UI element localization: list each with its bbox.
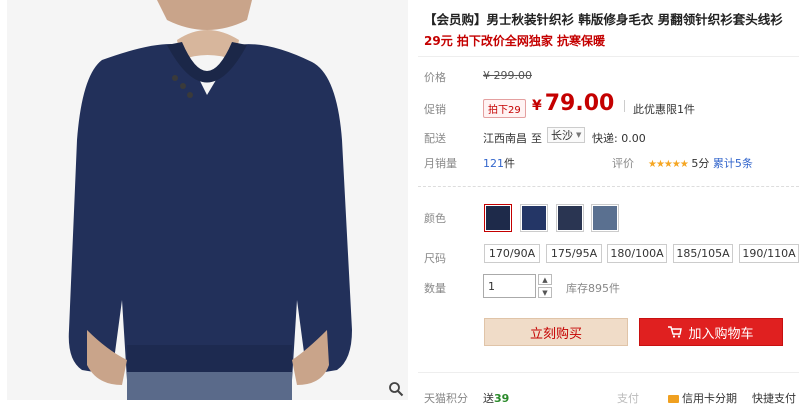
promo-note: 此优惠限1件 [633, 103, 695, 116]
shipping-label: 配送 [424, 132, 446, 145]
swatch-image [558, 206, 582, 230]
sweater-model-image [7, 0, 408, 400]
size-option-185[interactable]: 185/105A [673, 244, 733, 263]
product-title: 【会员购】男士秋装针织衫 韩版修身毛衣 男翻领针织衫套头线衫 [424, 12, 783, 27]
monthly-sales-label: 月销量 [424, 157, 457, 170]
quantity-label: 数量 [424, 282, 446, 295]
swatch-image [593, 206, 617, 230]
price-divider [624, 100, 625, 112]
shipping-cost: 快递: 0.00 [592, 132, 646, 145]
chevron-up-icon: ▲ [542, 275, 548, 284]
stock-count: 库存895件 [566, 282, 620, 295]
sales-count: 121 [483, 157, 504, 170]
quick-pay-option[interactable]: 快捷支付 [752, 390, 796, 406]
review-count-link[interactable]: 累计5条 [713, 157, 753, 170]
swatch-image [486, 206, 510, 230]
monthly-sales: 121件 [483, 155, 515, 171]
product-promo-text: 29元 拍下改价全网独家 抗寒保暖 [424, 34, 606, 48]
zoom-icon[interactable] [386, 379, 406, 399]
sales-unit: 件 [504, 157, 515, 170]
color-swatch-2[interactable] [520, 204, 548, 232]
chevron-down-icon: ▼ [542, 288, 548, 297]
cart-icon [668, 326, 683, 338]
size-option-190[interactable]: 190/110A [739, 244, 799, 263]
payment-label: 支付 [617, 392, 639, 405]
color-swatch-4[interactable] [591, 204, 619, 232]
color-swatch-3[interactable] [556, 204, 584, 232]
size-label: 尺码 [424, 252, 446, 265]
installment-label: 信用卡分期 [682, 392, 737, 405]
tmall-points-label: 天猫积分 [424, 392, 468, 405]
footer-divider [418, 372, 799, 373]
add-to-cart-label: 加入购物车 [688, 326, 754, 342]
size-option-180[interactable]: 180/100A [607, 244, 667, 263]
quantity-decrease-button[interactable]: ▼ [538, 287, 552, 298]
promo-label: 促销 [424, 103, 446, 116]
chevron-down-icon: ▼ [576, 131, 582, 139]
size-option-170[interactable]: 170/90A [484, 244, 540, 263]
add-to-cart-button[interactable]: 加入购物车 [639, 318, 783, 346]
product-photo[interactable] [7, 0, 408, 400]
price-label: 价格 [424, 71, 446, 84]
star-rating-icon: ★★★★★ [648, 159, 689, 170]
installment-option[interactable]: 信用卡分期 [668, 390, 737, 406]
promo-price: ¥79.00 [532, 91, 614, 116]
currency-symbol: ¥ [532, 98, 542, 114]
ship-from: 江西南昌 [483, 132, 527, 145]
tmall-points: 送39 [483, 390, 509, 406]
swatch-image [522, 206, 546, 230]
quantity-increase-button[interactable]: ▲ [538, 274, 552, 285]
size-option-175[interactable]: 175/95A [546, 244, 602, 263]
rating-score: 5分 [691, 157, 710, 170]
rating: ★★★★★ 5分 累计5条 [648, 155, 753, 171]
destination-city: 长沙 [551, 129, 573, 142]
credit-card-icon [668, 395, 679, 403]
quantity-input[interactable]: 1 [483, 274, 536, 298]
promo-tag: 拍下29 [483, 99, 526, 118]
color-swatch-1[interactable] [484, 204, 512, 232]
original-price: ¥ 299.00 [483, 69, 532, 82]
buy-now-button[interactable]: 立刻购买 [484, 318, 628, 346]
destination-select[interactable]: 长沙 ▼ [547, 127, 586, 143]
points-value: 39 [494, 392, 510, 405]
section-divider [418, 186, 799, 188]
color-label: 颜色 [424, 212, 446, 225]
points-prefix: 送 [483, 392, 494, 405]
rating-label: 评价 [612, 157, 634, 170]
promo-price-value: 79.00 [544, 91, 615, 116]
ship-to-word: 至 [531, 132, 542, 145]
